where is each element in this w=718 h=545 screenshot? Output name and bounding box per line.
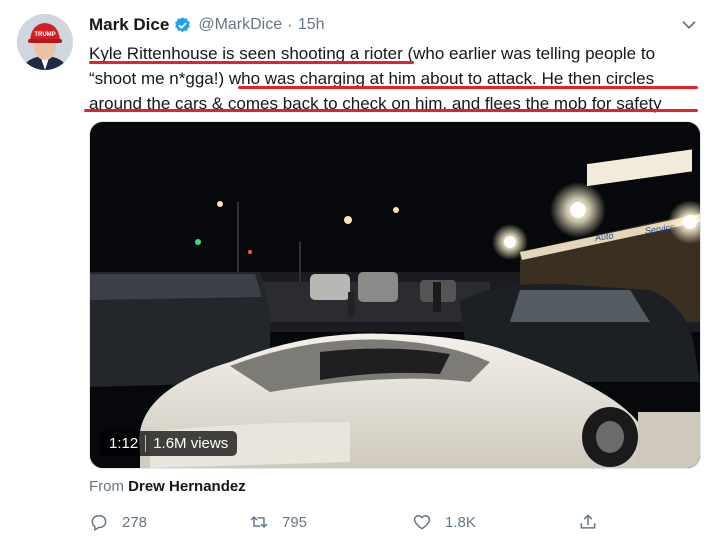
video-info-badge: 1:12 1.6M views [100, 431, 238, 456]
tweet-header: Mark Dice @MarkDice · 15h [89, 14, 325, 36]
video-duration: 1:12 [109, 435, 139, 452]
share-button[interactable] [578, 509, 611, 535]
red-underline [84, 109, 698, 112]
verified-badge-icon [175, 16, 191, 32]
video-views: 1.6M views [153, 435, 229, 452]
video-player[interactable]: Auto Service 1:12 1.6M views [89, 121, 701, 469]
retweet-icon [250, 516, 268, 528]
red-underline [238, 86, 698, 89]
tweet-text: Kyle Rittenhouse is seen shooting a riot… [89, 41, 704, 116]
separator-dot: · [287, 15, 293, 34]
badge-divider [145, 435, 147, 452]
reply-icon [91, 515, 107, 531]
avatar[interactable]: TRUMP [17, 14, 73, 70]
reply-button[interactable]: 278 [89, 509, 147, 535]
attribution-source-link[interactable]: Drew Hernandez [128, 478, 246, 495]
like-count: 1.8K [445, 513, 476, 531]
retweet-button[interactable]: 795 [249, 509, 307, 535]
retweet-count: 795 [282, 513, 308, 531]
tweet-text-line: around the cars & comes back to check on… [89, 94, 662, 113]
like-button[interactable]: 1.8K [412, 509, 476, 535]
reply-count: 278 [122, 513, 148, 531]
heart-icon [413, 515, 431, 530]
share-icon [580, 514, 596, 529]
video-frame: Auto Service [90, 122, 700, 468]
chevron-down-icon[interactable] [678, 14, 700, 36]
attribution-prefix: From [89, 478, 124, 495]
display-name[interactable]: Mark Dice [89, 15, 169, 35]
timestamp[interactable]: 15h [298, 16, 325, 34]
tweet-actions: 278 795 1.8K [89, 509, 699, 535]
avatar-hat-text: TRUMP [34, 32, 55, 38]
media-attribution: From Drew Hernandez [89, 478, 246, 495]
handle[interactable]: @MarkDice [198, 16, 282, 34]
red-underline [89, 61, 414, 64]
